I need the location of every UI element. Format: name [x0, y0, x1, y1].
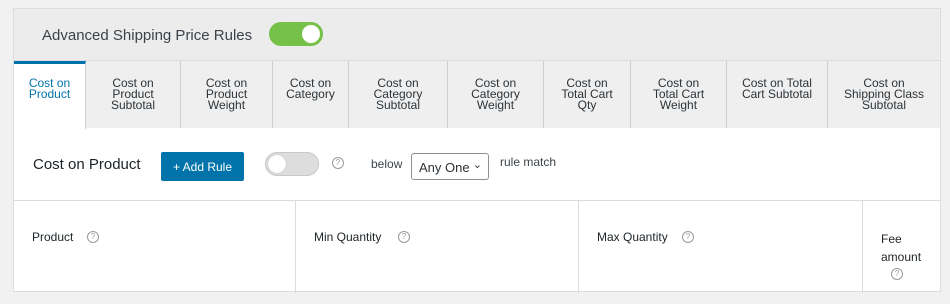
column-min-quantity: Min Quantity ? [296, 201, 579, 293]
shipping-rules-panel: Advanced Shipping Price Rules Cost on Pro… [13, 8, 941, 293]
tab-label: Cost on Product Subtotal [110, 76, 156, 112]
tab-label: Cost on Total Cart Subtotal [741, 76, 813, 101]
tab-label: Cost on Category [286, 76, 335, 101]
panel-title: Advanced Shipping Price Rules [42, 27, 253, 44]
tab-label: Cost on Product [28, 76, 71, 101]
select-value: Any One [419, 160, 470, 175]
enable-rules-toggle[interactable] [269, 22, 323, 46]
tab-label: Cost on Product Weight [205, 76, 248, 112]
tab-label: Cost on Total Cart Qty [561, 76, 613, 112]
tab-label: Cost on Category Subtotal [373, 76, 423, 112]
help-icon[interactable]: ? [332, 157, 344, 169]
column-label: Min Quantity [314, 230, 382, 244]
rule-match-select[interactable]: Any One ⌄ [411, 153, 489, 180]
toggle-knob [268, 155, 286, 173]
tab-label: Cost on Total Cart Weight [652, 76, 705, 112]
tab-cost-on-category[interactable]: Cost on Category [273, 61, 349, 128]
toggle-knob [302, 25, 320, 43]
tab-cost-on-total-cart-qty[interactable]: Cost on Total Cart Qty [544, 61, 631, 128]
tab-cost-on-category-weight[interactable]: Cost on Category Weight [448, 61, 544, 128]
column-product: Product ? [14, 201, 296, 293]
tab-cost-on-product-weight[interactable]: Cost on Product Weight [181, 61, 273, 128]
panel-header: Advanced Shipping Price Rules [14, 9, 940, 61]
table-header-row: Product ? Min Quantity ? Max Quantity ? … [14, 200, 940, 293]
help-icon[interactable]: ? [398, 231, 410, 243]
add-rule-button[interactable]: + Add Rule [161, 152, 244, 181]
section-title: Cost on Product [33, 156, 141, 173]
rule-match-toggle[interactable] [265, 152, 319, 176]
column-label: Max Quantity [597, 230, 668, 244]
help-icon[interactable]: ? [87, 231, 99, 243]
chevron-down-icon: ⌄ [472, 159, 482, 171]
tab-cost-on-shipping-class-subtotal[interactable]: Cost on Shipping Class Subtotal [828, 61, 940, 128]
rule-tabs: Cost on Product Cost on Product Subtotal Co… [14, 61, 940, 129]
help-icon[interactable]: ? [891, 268, 903, 280]
column-label: Product [32, 230, 74, 244]
rule-match-label: rule match [500, 155, 557, 169]
column-fee-amount: Fee amount ? [863, 201, 940, 293]
below-label: below [371, 157, 403, 171]
tab-cost-on-category-subtotal[interactable]: Cost on Category Subtotal [349, 61, 448, 128]
help-icon[interactable]: ? [682, 231, 694, 243]
tab-cost-on-total-cart-weight[interactable]: Cost on Total Cart Weight [631, 61, 727, 128]
tab-cost-on-product-subtotal[interactable]: Cost on Product Subtotal [86, 61, 181, 128]
column-label: Fee amount [881, 232, 922, 264]
column-max-quantity: Max Quantity ? [579, 201, 863, 293]
tab-label: Cost on Category Weight [471, 76, 520, 112]
tab-label: Cost on Shipping Class Subtotal [843, 76, 925, 112]
tab-cost-on-total-cart-subtotal[interactable]: Cost on Total Cart Subtotal [727, 61, 828, 128]
tab-cost-on-product[interactable]: Cost on Product [14, 61, 86, 129]
